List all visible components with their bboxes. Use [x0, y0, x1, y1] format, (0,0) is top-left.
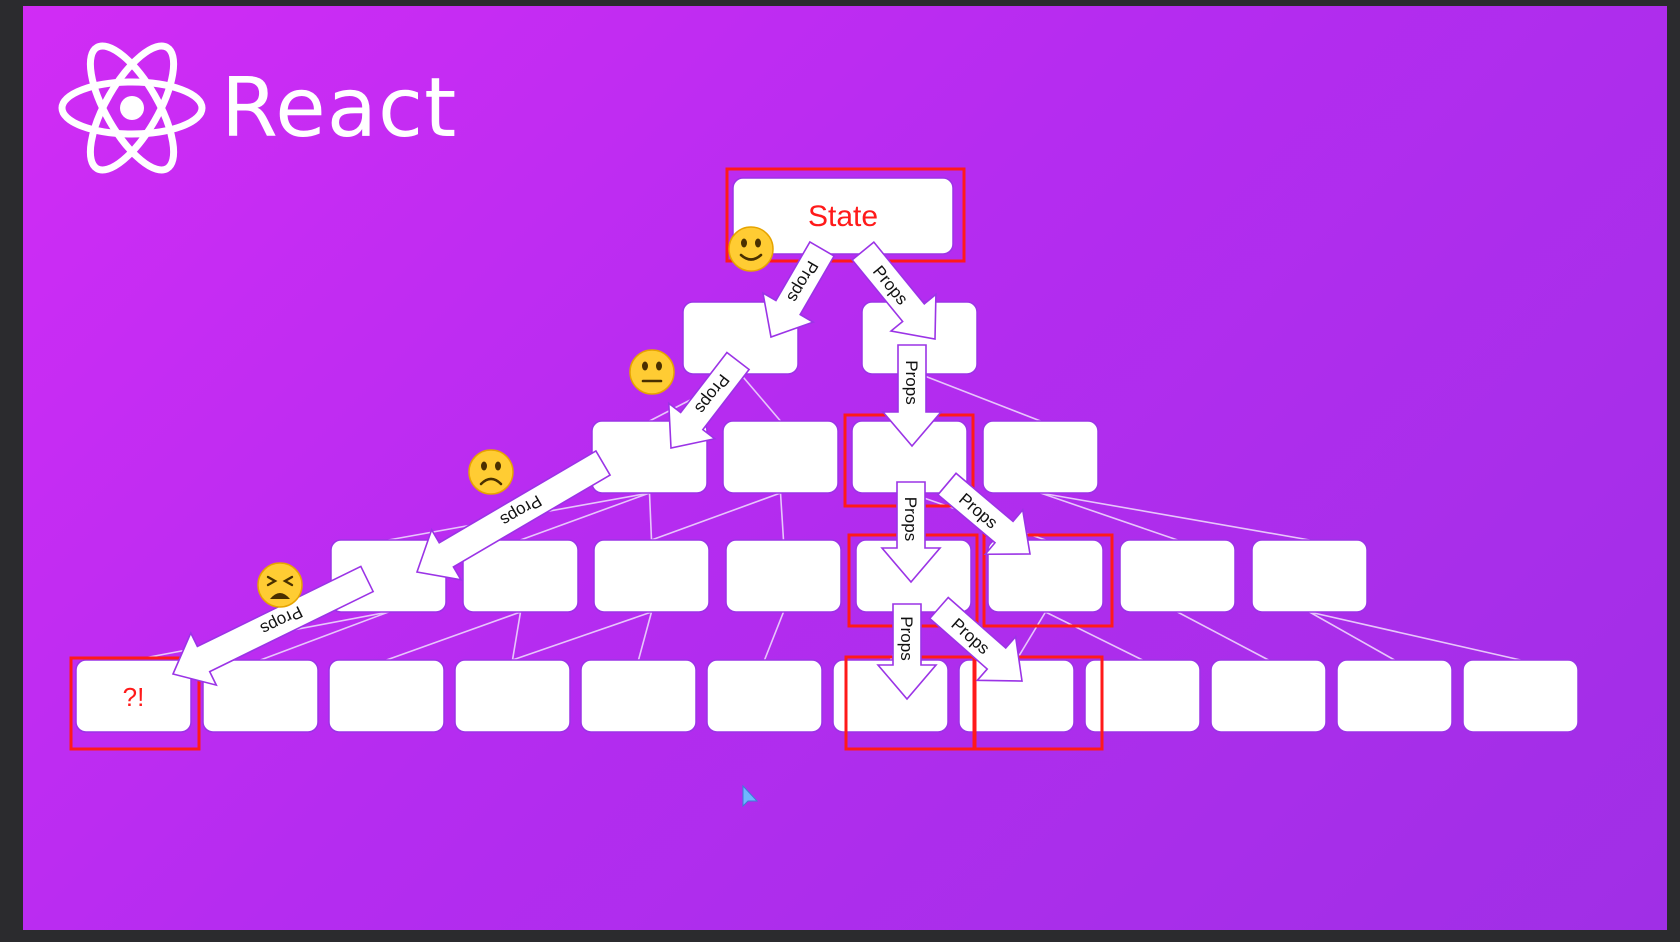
props-label-6: Props [902, 360, 921, 404]
component-tree-diagram: PropsPropsPropsPropsPropsPropsProps Props… [69, 167, 1579, 751]
tree-node-l3-4 [725, 539, 842, 613]
neutral-face-icon [629, 349, 675, 395]
tree-connectors [133, 373, 1521, 661]
tree-node-l3-7 [1119, 539, 1236, 613]
connector-line-7 [651, 492, 781, 541]
tree-node-l3-8 [1251, 539, 1368, 613]
tree-node-l2-2 [722, 420, 839, 494]
leaf-question-label: ?! [123, 682, 145, 712]
connector-line-6 [648, 492, 653, 541]
connector-line-21 [1015, 611, 1047, 661]
frowning-face-icon [468, 449, 514, 495]
connector-line-22 [1045, 611, 1143, 661]
slightly-smiling-face-icon [728, 226, 774, 272]
props-label-7: Props [901, 497, 920, 541]
tree-node-l4-12 [1462, 659, 1579, 733]
tree-node-l4-11 [1336, 659, 1453, 733]
tree-node-l4-5 [580, 659, 697, 733]
tree-node-l4-3 [328, 659, 445, 733]
connector-line-11 [1040, 492, 1178, 541]
connector-line-15 [386, 611, 521, 661]
connector-line-24 [1309, 611, 1395, 661]
props-label-9: Props [897, 616, 916, 660]
connector-line-19 [763, 611, 785, 661]
tree-node-l4-6 [706, 659, 823, 733]
connector-line-16 [511, 611, 522, 661]
connector-line-1 [739, 373, 782, 422]
connector-line-12 [1040, 492, 1310, 541]
connector-line-23 [1177, 611, 1269, 661]
connector-line-17 [512, 611, 652, 661]
weary-face-icon [257, 562, 303, 608]
tree-node-l3-3 [593, 539, 710, 613]
connector-line-18 [637, 611, 653, 661]
state-label: State [808, 200, 878, 233]
tree-node-l4-2 [202, 659, 319, 733]
tree-node-l4-4 [454, 659, 571, 733]
tree-node-l4-10 [1210, 659, 1327, 733]
connector-line-25 [1309, 611, 1521, 661]
tree-node-l2-4 [982, 420, 1099, 494]
mouse-cursor-icon [742, 784, 759, 808]
connector-line-8 [779, 492, 785, 541]
slide: React Props Props Props Props Props Props Prop… [23, 6, 1667, 930]
